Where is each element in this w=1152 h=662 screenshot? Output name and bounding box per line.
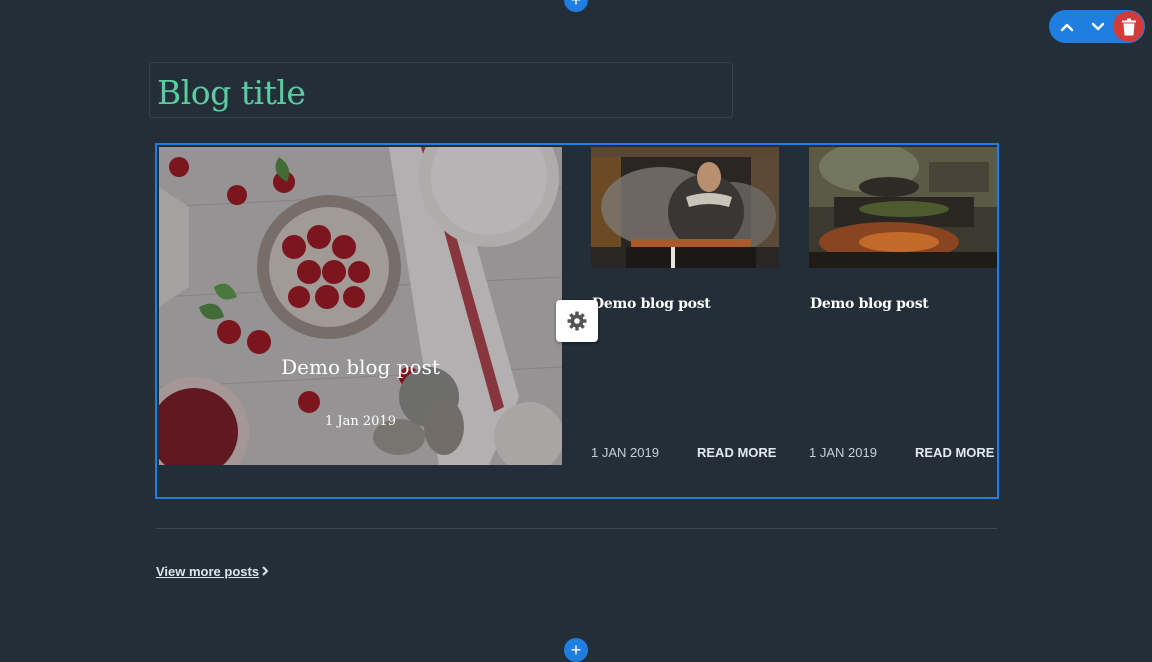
read-more-link[interactable]: READ MORE bbox=[915, 445, 994, 460]
post-thumbnail bbox=[591, 147, 779, 268]
trash-icon bbox=[1121, 18, 1136, 35]
blog-title-field[interactable]: Blog title bbox=[149, 62, 733, 118]
featured-post[interactable]: Demo blog post 1 Jan 2019 bbox=[159, 147, 562, 465]
delete-section-button[interactable] bbox=[1113, 11, 1144, 42]
post-title: Demo blog post bbox=[810, 296, 929, 312]
chevron-up-icon bbox=[1060, 23, 1074, 31]
post-title: Demo blog post bbox=[592, 296, 711, 312]
view-more-posts-link[interactable]: View more posts bbox=[156, 564, 269, 579]
featured-post-title: Demo blog post bbox=[281, 355, 440, 379]
read-more-link[interactable]: READ MORE bbox=[697, 445, 776, 460]
gear-icon bbox=[567, 311, 587, 331]
divider bbox=[156, 528, 997, 529]
blog-title: Blog title bbox=[157, 73, 306, 112]
post-card[interactable]: Demo blog post 1 JAN 2019 READ MORE bbox=[809, 147, 997, 467]
view-more-label: View more posts bbox=[156, 564, 260, 579]
post-thumbnail bbox=[809, 147, 997, 268]
add-section-button[interactable]: + bbox=[564, 638, 588, 662]
post-date: 1 JAN 2019 bbox=[809, 445, 877, 460]
add-section-button[interactable]: + bbox=[564, 0, 588, 12]
post-card[interactable]: Demo blog post 1 JAN 2019 READ MORE bbox=[591, 147, 781, 467]
featured-post-date: 1 Jan 2019 bbox=[325, 414, 396, 429]
section-controls bbox=[1049, 10, 1145, 43]
move-up-button[interactable] bbox=[1051, 10, 1083, 43]
chevron-down-icon bbox=[1091, 22, 1105, 30]
chevron-right-icon bbox=[261, 564, 269, 579]
post-date: 1 JAN 2019 bbox=[591, 445, 659, 460]
move-down-button[interactable] bbox=[1082, 10, 1114, 43]
